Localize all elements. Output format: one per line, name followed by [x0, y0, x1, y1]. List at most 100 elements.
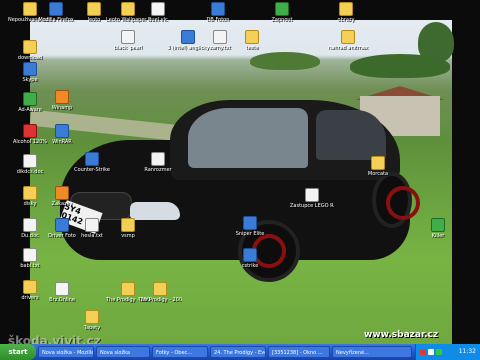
folder-icon [121, 2, 135, 16]
system-tray: 11:32 [415, 344, 480, 360]
taskbar-window-button[interactable]: Fotky - Obec... [152, 346, 208, 358]
folder-icon [85, 310, 99, 324]
desktop-icon[interactable]: Skype [8, 62, 52, 92]
folder-icon [341, 30, 355, 44]
folder-icon [87, 2, 101, 16]
desktop-icon[interactable]: Zakazky [40, 186, 84, 216]
doc-icon [305, 188, 319, 202]
desktop-icon-label: Brz.Online [49, 297, 75, 303]
desktop-icon-label: Skype [22, 77, 38, 83]
desktop-icon-label: black_pearl [113, 45, 143, 51]
desktop-icon-label: duel.vlc [148, 17, 168, 23]
app-icon [55, 218, 69, 232]
desktop-icon-label: teste [245, 45, 259, 51]
desktop-icon[interactable]: Morcata [356, 156, 400, 186]
doc-icon [55, 282, 69, 296]
folder-icon [121, 218, 135, 232]
desktop-icon-label: Killer [431, 233, 445, 239]
desktop-icon-label: Winamp [51, 105, 73, 111]
desktop-icon-label: Tapety [83, 325, 101, 331]
desktop-icon[interactable]: Killer [416, 218, 460, 248]
desktop-icon[interactable]: cstrike [228, 248, 272, 278]
watermark-skoda: škoda.vivit.cz [8, 334, 101, 344]
car-side-window [316, 110, 386, 160]
desktop-icon-label: Counter-Strike [74, 167, 110, 173]
app-icon [211, 2, 225, 16]
right-dark-edge [452, 0, 480, 344]
desktop-icon[interactable]: WinRAR [40, 124, 84, 154]
desktop-icon-label: nahrad anitmax [328, 45, 368, 51]
desktop-icon[interactable]: Winamp [40, 90, 84, 120]
taskbar-window-button[interactable]: [3351238] - Okno ... [268, 346, 330, 358]
desktop-icon-label: The Prodigy - 2005 - The... [138, 297, 182, 303]
desktop-icon[interactable]: teste [230, 30, 274, 60]
app-icon [181, 30, 195, 44]
desktop-icon-label: Zakazky [51, 201, 73, 207]
app-icon [23, 62, 37, 76]
tray-antivirus-icon[interactable] [420, 349, 426, 355]
folder-icon [23, 40, 37, 54]
taskbar-window-button[interactable]: Nova složka - Mozilla... [38, 346, 94, 358]
desktop-icon-label: Ranrozmer [144, 167, 172, 173]
folder-icon [23, 186, 37, 200]
doc-icon [151, 2, 165, 16]
desktop-icon[interactable]: Zastupce LEGO Racer [290, 188, 334, 218]
desktop-icon[interactable]: Brz.Online [40, 282, 84, 312]
orange-icon [55, 90, 69, 104]
doc-icon [121, 30, 135, 44]
desktop-icon[interactable]: Zapnout [260, 2, 304, 32]
desktop-icon-label: Zapnout [271, 17, 293, 23]
orange-icon [55, 186, 69, 200]
desktop-icon[interactable]: dikdcs.doc [8, 154, 52, 184]
desktop-icon-label: cstrike [241, 263, 259, 269]
app-icon [55, 124, 69, 138]
desktop-icon[interactable]: black_pearl [106, 30, 150, 60]
desktop-icon-label: babi.txt [20, 263, 40, 269]
folder-icon [339, 2, 353, 16]
desktop-icon[interactable]: nahrad anitmax [326, 30, 370, 60]
desktop-icon-label: vsmp [121, 233, 135, 239]
app-icon [243, 248, 257, 262]
desktop-icon[interactable]: vsmp [106, 218, 150, 248]
desktop-icon[interactable]: Sniper Elite [228, 216, 272, 246]
desktop-icon-label: download [17, 55, 43, 61]
doc-icon [23, 218, 37, 232]
desktop-icon[interactable]: obrazy [324, 2, 368, 32]
desktop-icon[interactable]: Ranrozmer [136, 152, 180, 182]
desktop-icon-label: Zastupce LEGO Racer [290, 203, 334, 209]
doc-icon [85, 218, 99, 232]
folder-icon [153, 282, 167, 296]
tray-volume-icon[interactable] [428, 349, 434, 355]
doc-icon [23, 154, 37, 168]
folder-icon [121, 282, 135, 296]
clock[interactable]: 11:32 [459, 344, 476, 360]
desktop-icon[interactable]: babi.txt [8, 248, 52, 278]
green-icon [23, 92, 37, 106]
folder-icon [245, 30, 259, 44]
desktop-icon[interactable]: duel.vlc [136, 2, 180, 32]
taskbar: start Nova složka - Mozilla... Nova složk… [0, 344, 480, 360]
desktop-icon-label: DB Foton [206, 17, 230, 23]
taskbar-window-button[interactable]: 24. The Prodigy - Eve... [210, 346, 266, 358]
desktop-icon-label: Sniper Elite [235, 231, 265, 237]
taskbar-window-button[interactable]: Nevyřízené... [332, 346, 412, 358]
tray-network-icon[interactable] [436, 349, 442, 355]
desktop-icon-label: obrazy [337, 17, 355, 23]
app-icon [85, 152, 99, 166]
doc-icon [213, 30, 227, 44]
taskbar-window-button[interactable]: Nova složka [96, 346, 150, 358]
car-windshield [188, 108, 308, 168]
watermark-sbazar: www.sbazar.cz [364, 330, 439, 340]
start-button[interactable]: start [0, 344, 36, 360]
desktop[interactable]: 5Y4 0142 Nepoužívané odkazy plochyMozill… [0, 0, 480, 344]
desktop-icon[interactable]: DB Foton [196, 2, 240, 32]
desktop-icon[interactable]: Counter-Strike [70, 152, 114, 182]
folder-icon [371, 156, 385, 170]
desktop-icon-label: Morcata [367, 171, 389, 177]
desktop-icon-label: dikdcs.doc [16, 169, 44, 175]
desktop-icon[interactable]: The Prodigy - 2005 - The... [138, 282, 182, 312]
app-icon [49, 2, 63, 16]
doc-icon [151, 152, 165, 166]
doc-icon [23, 248, 37, 262]
green-icon [275, 2, 289, 16]
